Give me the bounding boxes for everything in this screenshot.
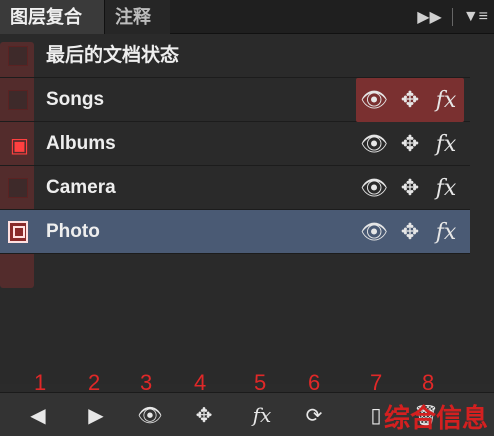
panel-tab-bar: 图层复合 注释 ▶▶ ▼≡ (0, 0, 494, 34)
apply-comp-toggle[interactable]: ▣ (0, 122, 36, 166)
eye-icon[interactable]: 👁 (356, 84, 392, 116)
list-item-songs[interactable]: Songs 👁 ✥ fx (0, 78, 470, 122)
comp-name: Albums (46, 133, 116, 154)
comp-attribute-icons: 👁 ✥ fx (356, 78, 464, 122)
comp-name: Camera (46, 177, 116, 198)
comp-name: Songs (46, 89, 105, 110)
comp-attribute-icons: 👁 ✥ fx (356, 166, 464, 210)
comp-attribute-icons: 👁 ✥ fx (356, 210, 464, 254)
list-item-albums[interactable]: ▣ Albums 👁 ✥ fx (0, 122, 470, 166)
fx-icon[interactable]: fx (428, 128, 464, 160)
list-item-photo[interactable]: Photo 👁 ✥ fx (0, 210, 470, 254)
fx-icon[interactable]: fx (428, 172, 464, 204)
next-comp-icon[interactable]: ▶ (76, 399, 116, 431)
current-comp-icon (8, 221, 28, 243)
fx-icon[interactable]: fx (428, 84, 464, 116)
update-style-icon[interactable]: fx (242, 399, 282, 431)
list-item-camera[interactable]: Camera 👁 ✥ fx (0, 166, 470, 210)
eye-icon[interactable]: 👁 (356, 128, 392, 160)
move-icon[interactable]: ✥ (392, 84, 428, 116)
move-icon[interactable]: ✥ (392, 172, 428, 204)
applied-marker-icon: ▣ (10, 135, 29, 157)
fx-icon[interactable]: fx (428, 216, 464, 248)
move-icon[interactable]: ✥ (392, 128, 428, 160)
watermark-text: 综合信息 (383, 403, 488, 433)
apply-comp-toggle[interactable] (0, 210, 36, 254)
tab-controls: ▶▶ ▼≡ (417, 0, 488, 34)
comp-attribute-icons: 👁 ✥ fx (356, 122, 464, 166)
update-visibility-icon[interactable]: 👁 (130, 399, 170, 431)
move-icon[interactable]: ✥ (392, 216, 428, 248)
list-item-last-document-state[interactable]: 最后的文档状态 (0, 34, 470, 78)
comp-name: Photo (46, 221, 100, 242)
divider (451, 8, 453, 26)
eye-icon[interactable]: 👁 (356, 216, 392, 248)
previous-comp-icon[interactable]: ◀ (18, 399, 58, 431)
apply-comp-toggle[interactable] (0, 78, 36, 122)
apply-comp-toggle[interactable] (0, 166, 36, 210)
eye-icon[interactable]: 👁 (356, 172, 392, 204)
layer-comps-list: 最后的文档状态 Songs 👁 ✥ fx ▣ Albums 👁 ✥ fx Cam… (0, 34, 494, 384)
update-position-icon[interactable]: ✥ (184, 399, 224, 431)
comp-name: 最后的文档状态 (46, 45, 180, 66)
apply-comp-toggle[interactable] (0, 34, 36, 78)
tab-notes[interactable]: 注释 (104, 0, 170, 34)
update-comp-icon[interactable]: ⟳ (294, 399, 334, 431)
double-chevron-right-icon[interactable]: ▶▶ (417, 7, 442, 27)
panel-menu-icon[interactable]: ▼≡ (463, 8, 488, 26)
tab-layer-comps[interactable]: 图层复合 (0, 0, 104, 34)
